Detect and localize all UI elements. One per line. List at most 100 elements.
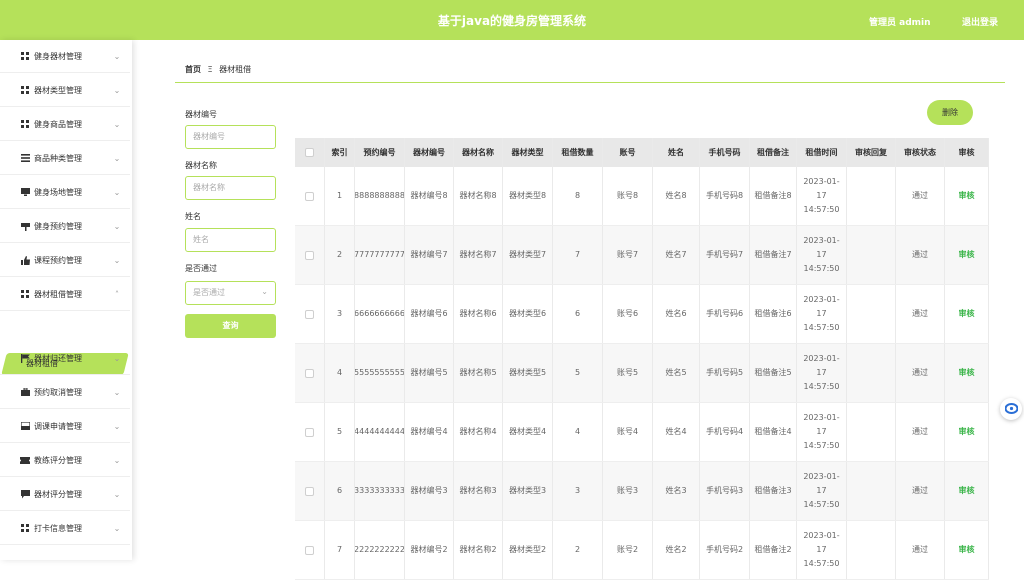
query-button[interactable]: 查询 [185, 314, 276, 338]
table-cell: 器材类型4 [503, 403, 553, 461]
table-cell: 通过 [896, 462, 945, 520]
sidebar-item-course-change[interactable]: 调课申请管理 ⌄ [0, 410, 130, 443]
approved-select[interactable]: 是否通过 ⌄ [185, 281, 276, 305]
sidebar-item-equipment-type[interactable]: 器材类型管理 ⌄ [0, 74, 130, 107]
name-input[interactable]: 姓名 [185, 228, 276, 252]
sidebar-item-label: 商品种类管理 [34, 153, 82, 163]
table-cell: 账号5 [603, 344, 653, 402]
sidebar-item-equipment-return[interactable]: 器材归还管理 ⌄ [0, 342, 130, 375]
audit-link[interactable]: 审核 [945, 344, 989, 402]
row-checkbox[interactable] [305, 250, 314, 260]
table-cell: 租借备注3 [750, 462, 797, 520]
table-cell: 2 [553, 521, 603, 579]
audit-link[interactable]: 审核 [945, 285, 989, 343]
chevron-down-icon: ⌄ [113, 353, 121, 363]
sidebar-item-checkin[interactable]: 打卡信息管理 ⌄ [0, 512, 130, 545]
sidebar-item-label: 器材归还管理 [34, 353, 82, 363]
table-cell: 租借备注2 [750, 521, 797, 579]
select-all-checkbox[interactable] [305, 148, 314, 157]
audit-link[interactable]: 审核 [945, 167, 989, 225]
sidebar-item-equipment-rating[interactable]: 器材评分管理 ⌄ [0, 478, 130, 511]
column-header[interactable]: 器材编号 [405, 138, 454, 167]
table-cell: 4 [325, 344, 355, 402]
row-checkbox[interactable] [305, 427, 314, 437]
column-header[interactable]: 索引 [325, 138, 355, 167]
table-row: 5 4444444444 器材编号4 器材名称4 器材类型4 4 账号4 姓名4 手机号码4 租借… [295, 403, 989, 462]
chevron-down-icon: ⌄ [113, 221, 121, 231]
sidebar-item-fitness-booking[interactable]: 健身预约管理 ⌄ [0, 210, 130, 243]
column-header[interactable]: 审核 [945, 138, 989, 167]
column-header[interactable]: 器材类型 [503, 138, 553, 167]
sidebar-item-venue[interactable]: 健身场地管理 ⌄ [0, 176, 130, 209]
table-cell: 2023-01-17 14:57:50 [797, 462, 847, 520]
sidebar-item-label: 调课申请管理 [34, 421, 82, 431]
table-cell: 账号4 [603, 403, 653, 461]
table-cell: 7777777777 [355, 226, 405, 284]
table-cell: 器材类型6 [503, 285, 553, 343]
floating-assistant-button[interactable] [1000, 398, 1022, 420]
table-cell: 2023-01-17 14:57:50 [797, 344, 847, 402]
breadcrumb-divider [175, 82, 1005, 83]
table-cell: 账号8 [603, 167, 653, 225]
table-cell: 器材编号3 [405, 462, 454, 520]
equip-name-label: 器材名称 [185, 161, 217, 170]
audit-link[interactable]: 审核 [945, 226, 989, 284]
audit-link[interactable]: 审核 [945, 403, 989, 461]
breadcrumb-home[interactable]: 首页 [185, 65, 201, 74]
breadcrumb: 首页 Ξ 器材租借 [185, 64, 251, 75]
table-cell: 器材名称3 [454, 462, 503, 520]
sidebar-item-booking-cancel[interactable]: 预约取消管理 ⌄ [0, 376, 130, 409]
table-cell: 7 [325, 521, 355, 579]
column-header[interactable]: 姓名 [653, 138, 700, 167]
column-header[interactable]: 租借备注 [750, 138, 797, 167]
sidebar-item-equipment[interactable]: 健身器材管理 ⌄ [0, 40, 130, 73]
row-checkbox[interactable] [305, 191, 314, 201]
top-bar: 基于java的健身房管理系统 管理员 admin 退出登录 [0, 0, 1024, 40]
table-cell [847, 344, 896, 402]
sidebar-item-label: 健身器材管理 [34, 51, 82, 61]
equip-code-input[interactable]: 器材编号 [185, 125, 276, 149]
table-cell: 器材编号8 [405, 167, 454, 225]
audit-link[interactable]: 审核 [945, 462, 989, 520]
table-cell: 器材编号5 [405, 344, 454, 402]
signpost-icon [20, 221, 30, 231]
sidebar-item-equipment-rental[interactable]: 器材租借管理 ˄ [0, 278, 130, 311]
row-select-cell [295, 226, 325, 284]
table-cell: 姓名5 [653, 344, 700, 402]
table-cell: 器材类型8 [503, 167, 553, 225]
column-header[interactable]: 手机号码 [700, 138, 750, 167]
grid-icon [20, 85, 30, 95]
sidebar-item-label: 器材评分管理 [34, 489, 82, 499]
delete-button[interactable]: 删除 [927, 100, 973, 125]
column-header[interactable]: 器材名称 [454, 138, 503, 167]
row-checkbox[interactable] [305, 486, 314, 496]
table-cell: 5555555555 [355, 344, 405, 402]
column-header[interactable]: 租借时间 [797, 138, 847, 167]
logout-button[interactable]: 退出登录 [962, 15, 998, 28]
row-checkbox[interactable] [305, 368, 314, 378]
sidebar-item-course-booking[interactable]: 课程预约管理 ⌄ [0, 244, 130, 277]
chevron-down-icon: ⌄ [113, 153, 121, 163]
sidebar-item-goods-category[interactable]: 商品种类管理 ⌄ [0, 142, 130, 175]
column-header[interactable]: 预约编号 [355, 138, 405, 167]
table-row: 3 6666666666 器材编号6 器材名称6 器材类型6 6 账号6 姓名6 手机号码6 租借… [295, 285, 989, 344]
column-header[interactable]: 审核状态 [896, 138, 945, 167]
chevron-down-icon: ⌄ [113, 421, 121, 431]
table-cell: 2222222222 [355, 521, 405, 579]
audit-link[interactable]: 审核 [945, 521, 989, 579]
table-cell: 6 [325, 462, 355, 520]
table-cell: 8888888888 [355, 167, 405, 225]
sidebar-item-coach-rating[interactable]: 教练评分管理 ⌄ [0, 444, 130, 477]
sidebar-item-goods[interactable]: 健身商品管理 ⌄ [0, 108, 130, 141]
column-header[interactable]: 账号 [603, 138, 653, 167]
column-header[interactable]: 租借数量 [553, 138, 603, 167]
table-cell: 姓名6 [653, 285, 700, 343]
column-header[interactable]: 审核回复 [847, 138, 896, 167]
row-checkbox[interactable] [305, 545, 314, 555]
table-cell: 账号2 [603, 521, 653, 579]
equip-name-input[interactable]: 器材名称 [185, 176, 276, 200]
table-cell: 租借备注7 [750, 226, 797, 284]
row-checkbox[interactable] [305, 309, 314, 319]
table-cell: 手机号码7 [700, 226, 750, 284]
table-cell: 5 [325, 403, 355, 461]
